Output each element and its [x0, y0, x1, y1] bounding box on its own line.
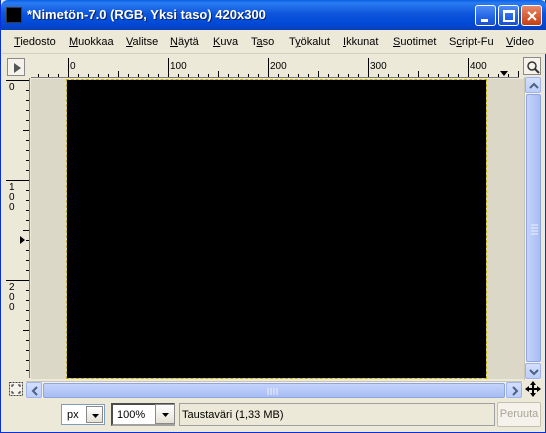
- triangle-down-icon: [162, 413, 169, 417]
- unit-value: px: [67, 409, 79, 421]
- cancel-button[interactable]: Peruuta: [497, 402, 541, 427]
- ruler-label: 200: [270, 61, 287, 72]
- magnifier-icon: [527, 61, 540, 74]
- pointer-marker-icon: [20, 236, 25, 244]
- scroll-up-button[interactable]: [525, 77, 541, 93]
- menu-valitse[interactable]: Valitse: [126, 36, 158, 48]
- menu-suotimet[interactable]: Suotimet: [393, 36, 436, 48]
- scroll-down-button[interactable]: [525, 363, 541, 379]
- menu-video[interactable]: Video: [506, 36, 534, 48]
- chevron-down-icon: [529, 369, 539, 376]
- menu-ikkunat[interactable]: Ikkunat: [343, 36, 378, 48]
- vertical-ruler[interactable]: 0100200: [6, 78, 30, 378]
- navigate-button[interactable]: [523, 57, 541, 75]
- image-icon: [6, 7, 22, 23]
- menu-tiedosto[interactable]: Tiedosto: [14, 36, 56, 48]
- ruler-label: 400: [470, 61, 487, 72]
- horizontal-ruler-ticks: 0 100 200 300 400: [38, 58, 519, 77]
- zoom-to-fit-button[interactable]: [8, 381, 24, 397]
- horizontal-scrollbar[interactable]: [26, 381, 522, 398]
- ruler-label: 0: [9, 82, 15, 93]
- zoom-value[interactable]: 100%: [117, 409, 145, 421]
- menu-taso[interactable]: Taso: [251, 36, 274, 48]
- ruler-label: 0: [9, 302, 15, 313]
- ruler-label: 300: [370, 61, 387, 72]
- chevron-right-icon: [512, 386, 519, 396]
- ruler-label: 0: [9, 202, 15, 213]
- menu-tyokalut[interactable]: Työkalut: [289, 36, 330, 48]
- vertical-scroll-thumb[interactable]: [526, 94, 541, 362]
- canvas-area[interactable]: [31, 79, 524, 379]
- chevron-up-icon: [529, 82, 539, 89]
- zoom-dropdown-button[interactable]: [155, 404, 175, 424]
- chevron-left-icon: [31, 386, 38, 396]
- image-canvas[interactable]: [66, 79, 487, 379]
- triangle-down-icon: [92, 414, 99, 418]
- ruler-label: 0: [70, 61, 76, 72]
- menu-kuva[interactable]: Kuva: [213, 36, 238, 48]
- status-message: Taustaväri (1,33 MB): [179, 403, 495, 426]
- status-bar: px 100% Taustaväri (1,33 MB) Peruuta: [5, 400, 543, 429]
- ruler-label: 100: [170, 61, 187, 72]
- minimize-button[interactable]: [475, 5, 496, 26]
- unit-dropdown-button[interactable]: [86, 406, 103, 423]
- title-bar[interactable]: *Nimetön-7.0 (RGB, Yksi taso) 420x300: [1, 0, 546, 30]
- vertical-ruler-ticks: 0100200: [6, 80, 29, 371]
- zoom-fit-icon: [9, 382, 23, 396]
- move-arrows-icon: [525, 381, 541, 397]
- menu-nayta[interactable]: Näytä: [170, 36, 199, 48]
- navigation-move-button[interactable]: [525, 381, 541, 397]
- close-button[interactable]: [521, 5, 542, 26]
- unit-dropdown[interactable]: px: [61, 404, 105, 425]
- grip-icon: [531, 224, 538, 235]
- horizontal-ruler[interactable]: 0 100 200 300 400: [31, 58, 519, 78]
- vertical-scrollbar[interactable]: [524, 77, 541, 380]
- scroll-left-button[interactable]: [26, 382, 42, 398]
- grip-icon: [267, 388, 278, 395]
- play-right-icon: [14, 63, 21, 73]
- horizontal-scroll-thumb[interactable]: [43, 383, 505, 398]
- zoom-dropdown[interactable]: 100%: [111, 403, 175, 426]
- pointer-marker-icon: [500, 71, 508, 76]
- window-title: *Nimetön-7.0 (RGB, Yksi taso) 420x300: [27, 7, 266, 22]
- scroll-right-button[interactable]: [506, 382, 522, 398]
- image-menu-button[interactable]: [7, 58, 25, 76]
- maximize-button[interactable]: [498, 5, 519, 26]
- image-window: *Nimetön-7.0 (RGB, Yksi taso) 420x300 Ti…: [0, 0, 546, 433]
- menu-bar: Tiedosto Muokkaa Valitse Näytä Kuva Taso…: [2, 30, 546, 54]
- menu-muokkaa[interactable]: Muokkaa: [69, 36, 114, 48]
- menu-script-fu[interactable]: Script-Fu: [449, 36, 494, 48]
